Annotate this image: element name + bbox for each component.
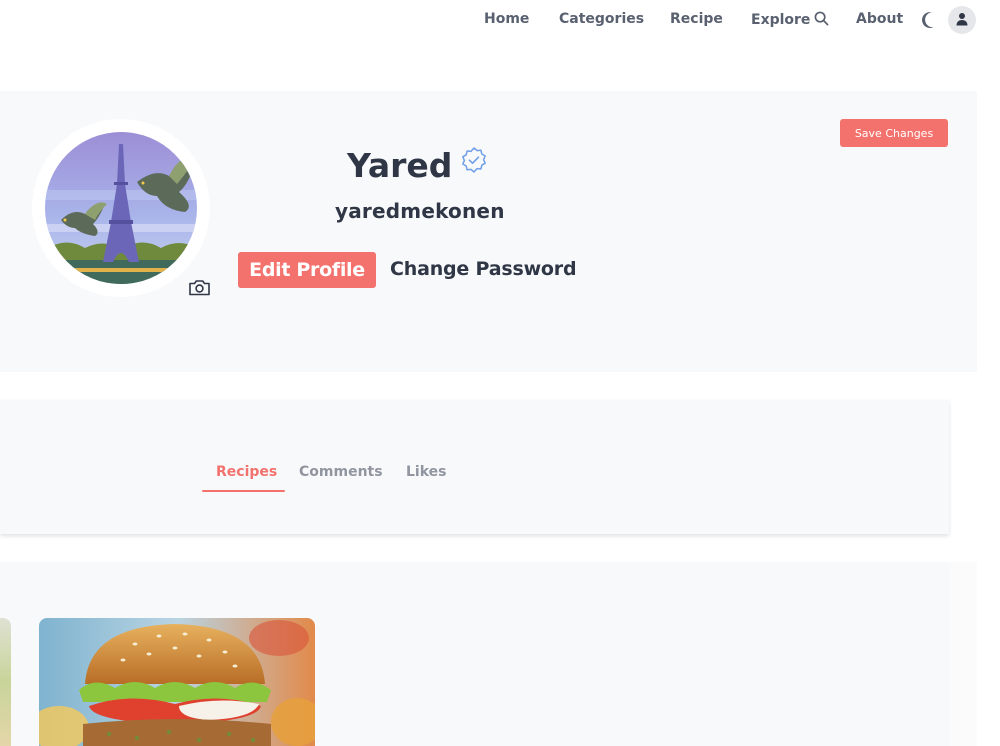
profile-display-name: Yared [347,146,453,185]
moon-icon[interactable] [920,10,940,30]
profile-header-panel: Yared yaredmekonen Edit Profile Change P… [0,91,977,372]
recipe-card-partial[interactable] [0,618,11,746]
user-icon [955,11,969,30]
top-navbar: Home Categories Recipe Explore About [0,0,1000,42]
nav-explore-label: Explore [751,12,811,28]
edit-profile-button[interactable]: Edit Profile [238,252,376,288]
nav-categories-link[interactable]: Categories [559,11,644,27]
save-changes-button[interactable]: Save Changes [840,119,948,147]
tab-recipes[interactable]: Recipes [216,464,277,480]
profile-username: yaredmekonen [335,199,505,223]
change-password-button[interactable]: Change Password [390,258,577,280]
tab-likes[interactable]: Likes [406,464,446,480]
search-icon [814,11,829,30]
profile-avatar [32,119,210,297]
camera-icon[interactable] [188,278,211,297]
verified-badge-icon [460,146,488,174]
recipe-card-image [39,618,315,746]
nav-explore-link[interactable]: Explore [751,11,829,30]
profile-avatar-image [45,132,197,284]
active-tab-indicator [202,490,285,492]
profile-tabs-card: Recipes Comments Likes [0,400,949,534]
page-gutter [949,562,977,746]
tab-comments[interactable]: Comments [299,464,383,480]
nav-recipe-link[interactable]: Recipe [670,11,723,27]
account-button[interactable] [948,6,976,34]
nav-about-link[interactable]: About [856,11,903,27]
nav-home-link[interactable]: Home [484,11,529,27]
recipe-card[interactable] [39,618,315,746]
